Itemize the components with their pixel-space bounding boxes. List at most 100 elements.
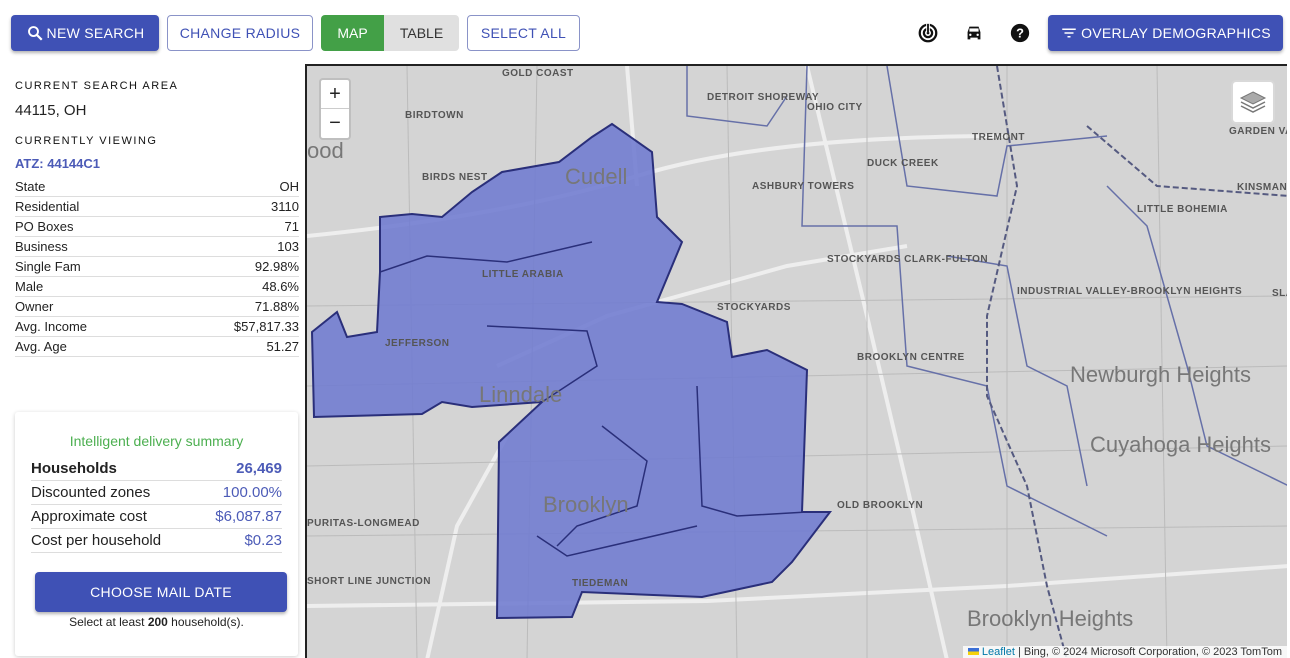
search-area-value: 44115, OH [15, 102, 87, 119]
stat-row: Business 103 [15, 237, 299, 257]
stat-row: PO Boxes 71 [15, 217, 299, 237]
choose-mail-date-button[interactable]: CHOOSE MAIL DATE [35, 572, 287, 612]
summary-label: Cost per household [31, 532, 162, 549]
map-label: BROOKLYN CENTRE [857, 352, 965, 363]
atz-code: ATZ: 44144C1 [15, 156, 101, 171]
stat-row: Owner 71.88% [15, 297, 299, 317]
summary-row: Discounted zones 100.00% [31, 481, 282, 505]
select-all-button[interactable]: SELECT ALL [467, 15, 580, 51]
stat-label: State [15, 179, 46, 194]
stat-label: Business [15, 239, 68, 254]
area-info-panel: CURRENT SEARCH AREA 44115, OH CURRENTLY … [15, 80, 299, 357]
stat-label: Owner [15, 299, 54, 314]
summary-title: Intelligent delivery summary [69, 433, 244, 449]
filter-icon [1062, 28, 1076, 38]
map-place-label: Brooklyn [543, 492, 629, 517]
leaflet-link[interactable]: Leaflet [982, 646, 1015, 658]
stats-table: State OH Residential 3110 PO Boxes 71 Business… [15, 177, 299, 357]
map-label: TIEDEMAN [572, 578, 629, 589]
stat-value: 71.88% [254, 299, 299, 314]
map-label: STOCKYARDS [717, 302, 791, 313]
stat-row: Male 48.6% [15, 277, 299, 297]
map-label: LITTLE ARABIA [482, 269, 564, 280]
summary-value: $6,087.87 [215, 508, 282, 525]
map-label: OHIO CITY [807, 102, 863, 113]
summary-label: Households [31, 460, 117, 477]
search-icon [27, 26, 43, 41]
stat-label: Residential [15, 199, 80, 214]
stat-value: 71 [284, 219, 299, 234]
map-label: SHORT LINE JUNCTION [307, 576, 431, 587]
map-place-label: Brooklyn Heights [967, 606, 1134, 631]
map-label: TREMONT [972, 132, 1025, 143]
stat-value: 3110 [271, 199, 299, 214]
map-label: BIRDS NEST [422, 172, 488, 183]
summary-value: 100.00% [222, 484, 282, 501]
summary-row: Approximate cost $6,087.87 [31, 505, 282, 529]
stat-row: Avg. Income $57,817.33 [15, 317, 299, 337]
map-place-label: Linndale [479, 382, 563, 407]
selected-zones[interactable] [310, 122, 833, 620]
map-label: INDUSTRIAL VALLEY-BROOKLYN HEIGHTS [1017, 286, 1243, 297]
stat-label: PO Boxes [15, 219, 74, 234]
summary-value: 26,469 [236, 460, 282, 477]
stat-row: Residential 3110 [15, 197, 299, 217]
layers-button[interactable] [1231, 80, 1275, 124]
map-label: GOLD COAST [502, 68, 574, 79]
map-place-label: Cudell [565, 164, 628, 189]
summary-value: $0.23 [244, 532, 282, 549]
new-search-button[interactable]: NEW SEARCH [11, 15, 159, 51]
stat-label: Single Fam [15, 259, 81, 274]
svg-text:?: ? [1016, 26, 1024, 41]
delivery-summary-card: Intelligent delivery summary Households 2… [15, 412, 298, 656]
map-label: BIRDTOWN [405, 110, 464, 121]
map-label: JEFFERSON [385, 338, 450, 349]
map-label: STOCKYARDS CLARK-FULTON [827, 254, 989, 265]
minimum-note: Select at least 200 household(s). [69, 615, 244, 629]
zoom-in-button[interactable]: + [321, 80, 349, 109]
stat-label: Avg. Income [15, 319, 88, 334]
stat-label: Avg. Age [15, 339, 67, 354]
map-label: SLAVIC VILLAGE [1272, 288, 1287, 299]
map-place-label: Cuyahoga Heights [1090, 432, 1272, 457]
stat-value: 51.27 [266, 339, 299, 354]
stat-value: 92.98% [254, 259, 299, 274]
summary-row: Households 26,469 [31, 457, 282, 481]
zoom-out-button[interactable]: − [321, 109, 349, 138]
stat-value: OH [279, 179, 300, 194]
stat-value: 48.6% [262, 279, 299, 294]
help-icon[interactable]: ? [1009, 22, 1031, 44]
car-icon[interactable] [963, 22, 985, 44]
search-area-label: CURRENT SEARCH AREA [15, 80, 179, 92]
view-toggle: MAP TABLE [321, 15, 459, 51]
currently-viewing-label: CURRENTLY VIEWING [15, 135, 158, 147]
stat-value: $57,817.33 [233, 319, 299, 334]
table-tab[interactable]: TABLE [384, 15, 459, 51]
stat-label: Male [15, 279, 44, 294]
stat-row: Avg. Age 51.27 [15, 337, 299, 357]
map-place-label: Newburgh Heights [1070, 362, 1251, 387]
map-label: DETROIT SHOREWAY [707, 92, 820, 103]
stat-row: State OH [15, 177, 299, 197]
map-label: OLD BROOKLYN [837, 500, 924, 511]
stat-row: Single Fam 92.98% [15, 257, 299, 277]
zoom-control: + − [319, 78, 351, 140]
summary-label: Approximate cost [31, 508, 147, 525]
map-label: PURITAS-LONGMEAD [307, 518, 420, 529]
overlay-demographics-button[interactable]: OVERLAY DEMOGRAPHICS [1048, 15, 1283, 51]
summary-table: Households 26,469 Discounted zones 100.00% A… [15, 457, 298, 553]
summary-label: Discounted zones [31, 484, 151, 501]
stat-value: 103 [277, 239, 299, 254]
radar-icon[interactable] [917, 22, 939, 44]
layers-icon [1239, 91, 1267, 113]
map-label: LITTLE BOHEMIA [1137, 204, 1228, 215]
map-label: KINSMAN [1237, 182, 1287, 193]
map-place-label: ood [307, 138, 344, 163]
map[interactable]: GOLD COAST DETROIT SHOREWAY OHIO CITY TREMO… [305, 64, 1287, 658]
change-radius-button[interactable]: CHANGE RADIUS [167, 15, 313, 51]
map-tab[interactable]: MAP [321, 15, 384, 51]
map-label: DUCK CREEK [867, 158, 939, 169]
map-attribution: Leaflet | Bing, © 2024 Microsoft Corpora… [962, 646, 1287, 658]
map-label: GARDEN VALLEY [1229, 126, 1287, 137]
map-label: ASHBURY TOWERS [752, 181, 855, 192]
